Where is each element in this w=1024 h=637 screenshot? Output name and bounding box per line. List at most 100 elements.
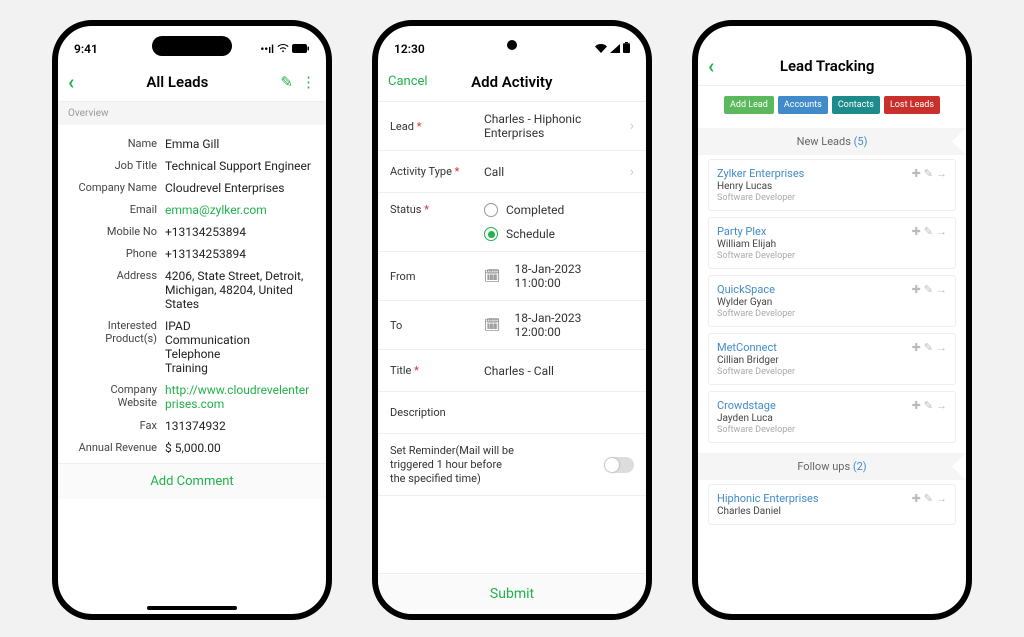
email-label: Email	[70, 203, 165, 217]
contacts-button[interactable]: Contacts	[832, 96, 880, 114]
card-actions: ✚✎→	[912, 492, 947, 505]
arrow-icon[interactable]: →	[936, 341, 947, 354]
type-label: Activity Type *	[390, 165, 476, 178]
mobile-value: +13134253894	[165, 225, 314, 239]
fax-label: Fax	[70, 419, 165, 433]
plus-icon[interactable]: ✚	[912, 399, 921, 412]
activity-type-row[interactable]: Activity Type * Call ›	[378, 151, 646, 193]
lead-role: Software Developer	[717, 367, 795, 377]
lead-card[interactable]: Party Plex William Elijah Software Devel…	[708, 217, 956, 269]
arrow-icon[interactable]: →	[936, 399, 947, 412]
status-schedule-radio[interactable]: Schedule	[484, 227, 634, 241]
edit-icon[interactable]: ✎	[924, 492, 933, 505]
lead-card[interactable]: MetConnect Cillian Bridger Software Deve…	[708, 333, 956, 385]
arrow-icon[interactable]: →	[936, 225, 947, 238]
submit-button[interactable]: Submit	[378, 573, 646, 614]
edit-icon[interactable]: ✎	[924, 283, 933, 296]
title-row[interactable]: Title * Charles - Call	[378, 350, 646, 392]
plus-icon[interactable]: ✚	[912, 225, 921, 238]
reminder-toggle[interactable]	[604, 457, 634, 473]
back-icon[interactable]: ‹	[708, 54, 714, 78]
lead-role: Software Developer	[717, 251, 795, 261]
page-title: Lead Tracking	[722, 57, 932, 75]
job-label: Job Title	[70, 159, 165, 173]
lead-company: Hiphonic Enterprises	[717, 492, 819, 505]
plus-icon[interactable]: ✚	[912, 167, 921, 180]
lead-contact: Charles Daniel	[717, 506, 819, 517]
home-indicator	[147, 606, 237, 610]
plus-icon[interactable]: ✚	[912, 341, 921, 354]
description-label: Description	[390, 406, 476, 419]
plus-icon[interactable]: ✚	[912, 283, 921, 296]
company-value: Cloudrevel Enterprises	[165, 181, 314, 195]
activity-form: Lead * Charles - Hiphonic Enterprises › …	[378, 102, 646, 573]
description-row[interactable]: Description	[378, 392, 646, 434]
cancel-button[interactable]: Cancel	[388, 74, 428, 89]
edit-icon[interactable]: ✎	[924, 399, 933, 412]
battery-icon	[292, 43, 310, 56]
edit-icon[interactable]: ✎	[924, 341, 933, 354]
lead-row[interactable]: Lead * Charles - Hiphonic Enterprises ›	[378, 102, 646, 151]
status-completed-radio[interactable]: Completed	[484, 203, 634, 217]
to-label: To	[390, 319, 476, 332]
section-label: Follow ups	[797, 460, 853, 473]
products-label: Interested Product(s)	[70, 319, 165, 375]
card-actions: ✚✎→	[912, 341, 947, 354]
arrow-icon[interactable]: →	[936, 167, 947, 180]
overview-label: Overview	[58, 102, 326, 125]
new-leads-header[interactable]: New Leads (5)	[698, 128, 966, 155]
page-title: Add Activity	[436, 73, 588, 91]
status-bar	[698, 26, 966, 46]
section-label: New Leads	[797, 135, 854, 148]
add-lead-button[interactable]: Add Lead	[724, 96, 774, 114]
from-row[interactable]: From 🗓 18-Jan-202311:00:00	[378, 252, 646, 301]
accounts-button[interactable]: Accounts	[778, 96, 828, 114]
edit-icon[interactable]: ✎	[924, 167, 933, 180]
add-comment-button[interactable]: Add Comment	[58, 463, 326, 499]
radio-unchecked-icon	[484, 203, 498, 217]
lead-contact: Wylder Gyan	[717, 297, 795, 308]
website-value[interactable]: http://www.cloudrevelenterprises.com	[165, 383, 314, 411]
signal-icon: ••ıl	[260, 43, 274, 56]
lead-card[interactable]: QuickSpace Wylder Gyan Software Develope…	[708, 275, 956, 327]
arrow-icon[interactable]: →	[936, 492, 947, 505]
status-opt2-label: Schedule	[506, 227, 555, 241]
revenue-label: Annual Revenue	[70, 441, 165, 455]
lead-contact: Jayden Luca	[717, 413, 795, 424]
status-row: Status * Completed Schedule	[378, 193, 646, 252]
lost-leads-button[interactable]: Lost Leads	[884, 96, 940, 114]
status-opt1-label: Completed	[506, 203, 564, 217]
new-leads-list: Zylker Enterprises Henry Lucas Software …	[698, 159, 966, 449]
edit-icon[interactable]: ✎	[280, 73, 293, 91]
mobile-label: Mobile No	[70, 225, 165, 239]
lead-role: Software Developer	[717, 193, 804, 203]
lead-card[interactable]: Crowdstage Jayden Luca Software Develope…	[708, 391, 956, 443]
plus-icon[interactable]: ✚	[912, 492, 921, 505]
back-icon[interactable]: ‹	[68, 70, 74, 94]
card-actions: ✚✎→	[912, 283, 947, 296]
lead-company: Zylker Enterprises	[717, 167, 804, 180]
email-value[interactable]: emma@zylker.com	[165, 203, 314, 217]
status-time: 12:30	[394, 42, 425, 56]
header: Cancel Add Activity	[378, 62, 646, 102]
title-label: Title *	[390, 364, 476, 377]
followups-header[interactable]: Follow ups (2)	[698, 453, 966, 480]
lead-card[interactable]: Hiphonic Enterprises Charles Daniel ✚✎→	[708, 484, 956, 525]
kebab-icon[interactable]: ⋮	[301, 73, 316, 91]
type-value: Call	[484, 165, 622, 179]
calendar-icon: 🗓	[484, 269, 501, 284]
title-value: Charles - Call	[484, 364, 634, 378]
products-value: IPAD Communication Telephone Training	[165, 319, 314, 375]
from-value: 18-Jan-202311:00:00	[515, 262, 634, 290]
chevron-right-icon: ›	[630, 164, 634, 180]
card-actions: ✚✎→	[912, 399, 947, 412]
edit-icon[interactable]: ✎	[924, 225, 933, 238]
to-row[interactable]: To 🗓 18-Jan-202312:00:00	[378, 301, 646, 350]
name-value: Emma Gill	[165, 137, 314, 151]
phone-label: Phone	[70, 247, 165, 261]
phone-lead-tracking: ‹ Lead Tracking Add Lead Accounts Contac…	[692, 20, 972, 620]
card-actions: ✚✎→	[912, 225, 947, 238]
arrow-icon[interactable]: →	[936, 283, 947, 296]
lead-card[interactable]: Zylker Enterprises Henry Lucas Software …	[708, 159, 956, 211]
revenue-value: $ 5,000.00	[165, 441, 314, 455]
